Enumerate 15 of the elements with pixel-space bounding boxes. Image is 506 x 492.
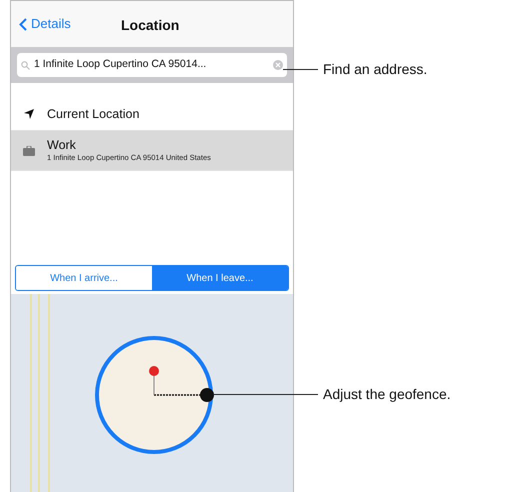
callout-text: Find an address. bbox=[323, 60, 428, 79]
chevron-left-icon bbox=[19, 18, 27, 30]
location-arrow-icon bbox=[23, 108, 35, 120]
callout-text: Adjust the geofence. bbox=[323, 385, 451, 404]
location-title: Work bbox=[47, 138, 77, 152]
briefcase-icon bbox=[23, 146, 35, 156]
search-field[interactable]: 1 Infinite Loop Cupertino CA 95014... bbox=[17, 53, 287, 77]
clear-icon[interactable] bbox=[273, 60, 283, 70]
search-value: 1 Infinite Loop Cupertino CA 95014... bbox=[34, 57, 208, 72]
segment[interactable]: When I leave... bbox=[152, 266, 288, 290]
leader-line bbox=[283, 69, 318, 70]
location-title: Current Location bbox=[47, 106, 140, 120]
screen-title: Location bbox=[121, 16, 180, 35]
search-icon bbox=[21, 60, 30, 70]
back-button[interactable]: Details bbox=[19, 14, 71, 34]
